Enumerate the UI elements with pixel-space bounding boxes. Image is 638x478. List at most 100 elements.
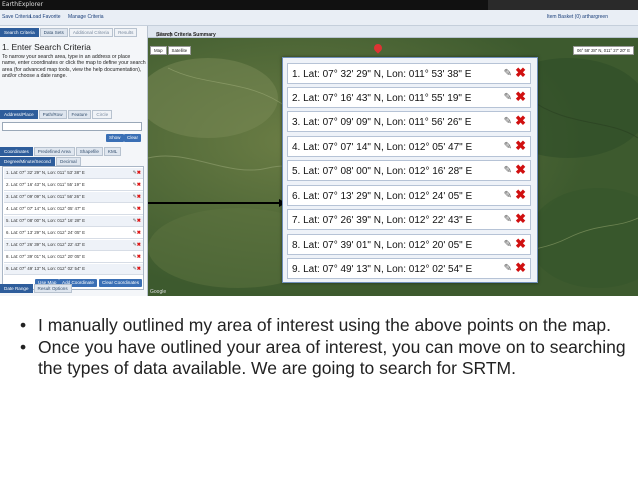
bullet-dot: • (20, 336, 27, 357)
coordinate-row: 6. Lat: 07° 13' 29" N, Lon: 012° 24' 05"… (4, 228, 143, 239)
map-button[interactable]: Map (150, 46, 167, 55)
bullet-text: Once you have outlined your area of inte… (38, 336, 626, 379)
panel-title: 1. Enter Search Criteria (2, 42, 91, 52)
coordinate-row: 3. Lat: 07° 09' 09" N, Lon: 011° 56' 26"… (4, 192, 143, 203)
tab-degree-minute-second[interactable]: Degree/Minute/Second (0, 157, 55, 166)
address-tabs: Address/Place Path/Row Feature Circle (0, 110, 113, 119)
delete-icon[interactable]: ✖ (137, 242, 141, 248)
tab-data-sets[interactable]: Data Sets (39, 28, 68, 37)
tab-predefined-area[interactable]: Predefined Area (33, 147, 75, 156)
delete-icon[interactable]: ✖ (137, 206, 141, 212)
delete-icon[interactable]: ✖ (515, 90, 526, 104)
delete-icon[interactable]: ✖ (515, 139, 526, 153)
coordinate-text: 9. Lat: 07° 49' 13" N, Lon: 012° 02' 54"… (292, 264, 473, 275)
coordinate-row: 2. Lat: 07° 16' 43" N, Lon: 011° 55' 19"… (4, 180, 143, 191)
delete-icon[interactable]: ✖ (137, 194, 141, 200)
edit-icon[interactable]: ✎ (504, 141, 512, 152)
coordinate-row: 2. Lat: 07° 16' 43" N, Lon: 011° 55' 19"… (287, 87, 531, 108)
coordinate-row: 9. Lat: 07° 49' 13" N, Lon: 012° 02' 54"… (287, 258, 531, 279)
clear-button[interactable]: Clear (124, 134, 141, 142)
delete-icon[interactable]: ✖ (515, 114, 526, 128)
search-criteria-panel: Search Criteria Data Sets Additional Cri… (0, 26, 148, 296)
delete-icon[interactable]: ✖ (137, 254, 141, 260)
coordinate-text: 5. Lat: 07° 08' 00" N, Lon: 012° 16' 28"… (292, 166, 473, 177)
coordinate-text: 6. Lat: 07° 13' 29" N, Lon: 012° 24' 05"… (6, 230, 86, 235)
edit-icon[interactable]: ✎ (504, 165, 512, 176)
tab-search-criteria[interactable]: Search Criteria (0, 28, 39, 37)
delete-icon[interactable]: ✖ (137, 170, 141, 176)
coordinate-text: 8. Lat: 07° 39' 01" N, Lon: 012° 20' 05"… (292, 240, 473, 251)
main-tabs: Search Criteria Data Sets Additional Cri… (0, 28, 138, 37)
bullet-item: • I manually outlined my area of interest… (18, 315, 628, 337)
tab-date-range[interactable]: Date Range (0, 284, 33, 293)
coordinate-row: 4. Lat: 07° 07' 14" N, Lon: 012° 05' 47"… (4, 204, 143, 215)
delete-icon[interactable]: ✖ (515, 261, 526, 275)
coordinate-text: 9. Lat: 07° 49' 13" N, Lon: 012° 02' 54"… (6, 266, 86, 271)
edit-icon[interactable]: ✎ (504, 92, 512, 103)
coordinate-text: 7. Lat: 07° 26' 39" N, Lon: 012° 22' 43"… (292, 215, 473, 226)
bottom-tabs: Date Range Result Options (0, 284, 72, 293)
tab-additional-criteria[interactable]: Additional Criteria (68, 28, 114, 37)
menu-bar: Save Criteria Load Favorite Manage Crite… (0, 10, 638, 26)
tab-decimal[interactable]: Decimal (56, 157, 81, 166)
coordinate-row: 6. Lat: 07° 13' 29" N, Lon: 012° 24' 05"… (287, 185, 531, 206)
tab-results[interactable]: Results (114, 28, 138, 37)
coordinate-text: 4. Lat: 07° 07' 14" N, Lon: 012° 05' 47"… (292, 142, 473, 153)
map-credit: Google (150, 289, 167, 295)
delete-icon[interactable]: ✖ (137, 182, 141, 188)
edit-icon[interactable]: ✎ (504, 68, 512, 79)
delete-icon[interactable]: ✖ (515, 237, 526, 251)
app-title-bar: EarthExplorer (0, 0, 638, 10)
delete-icon[interactable]: ✖ (137, 230, 141, 236)
delete-icon[interactable]: ✖ (137, 218, 141, 224)
coordinate-text: 8. Lat: 07° 39' 01" N, Lon: 012° 20' 05"… (6, 254, 86, 259)
delete-icon[interactable]: ✖ (515, 212, 526, 226)
coordinate-row: 9. Lat: 07° 49' 13" N, Lon: 012° 02' 54"… (4, 264, 143, 275)
edit-icon[interactable]: ✎ (504, 263, 512, 274)
coordinate-text: 3. Lat: 07° 09' 09" N, Lon: 011° 56' 26"… (292, 117, 472, 128)
coordinate-text: 1. Lat: 07° 32' 29" N, Lon: 011° 53' 38"… (292, 69, 472, 80)
format-tabs: Degree/Minute/Second Decimal (0, 157, 81, 166)
coordinate-text: 6. Lat: 07° 13' 29" N, Lon: 012° 24' 05"… (292, 191, 473, 202)
tab-kml[interactable]: KML (103, 147, 122, 156)
delete-icon[interactable]: ✖ (515, 163, 526, 177)
edit-icon[interactable]: ✎ (504, 239, 512, 250)
title-bar-strip (488, 0, 638, 10)
panel-instructions: To narrow your search area, type in an a… (2, 54, 146, 80)
satellite-button[interactable]: Satellite (167, 46, 192, 55)
coordinate-row: 8. Lat: 07° 39' 01" N, Lon: 012° 20' 05"… (287, 234, 531, 255)
menu-save-criteria[interactable]: Save Criteria (2, 14, 31, 20)
menu-manage-criteria[interactable]: Manage Criteria (68, 14, 104, 20)
address-input[interactable] (2, 122, 142, 131)
delete-icon[interactable]: ✖ (515, 188, 526, 202)
show-button[interactable]: Show (106, 134, 124, 142)
delete-icon[interactable]: ✖ (515, 66, 526, 80)
delete-icon[interactable]: ✖ (137, 266, 141, 272)
coordinate-list: 1. Lat: 07° 32' 29" N, Lon: 011° 53' 38"… (2, 166, 144, 290)
edit-icon[interactable]: ✎ (504, 190, 512, 201)
coordinate-row: 5. Lat: 07° 08' 00" N, Lon: 012° 16' 28"… (4, 216, 143, 227)
menu-load-favorite[interactable]: Load Favorite (30, 14, 61, 20)
tab-address-place[interactable]: Address/Place (0, 110, 38, 119)
tab-path-row[interactable]: Path/Row (38, 110, 67, 119)
tab-circle[interactable]: Circle (92, 110, 113, 119)
item-basket-link[interactable]: Item Basket (0) arthargreen (547, 14, 608, 20)
coordinate-row: 1. Lat: 07° 32' 29" N, Lon: 011° 53' 38"… (4, 168, 143, 179)
app-logo: EarthExplorer (2, 1, 44, 8)
tab-shapefile[interactable]: Shapefile (75, 147, 103, 156)
tab-feature[interactable]: Feature (67, 110, 92, 119)
coordinate-row: 7. Lat: 07° 26' 39" N, Lon: 012° 22' 43"… (287, 209, 531, 230)
tab-result-options[interactable]: Result Options (33, 284, 72, 293)
coordinate-text: 2. Lat: 07° 16' 43" N, Lon: 011° 55' 19"… (292, 93, 472, 104)
coordinate-text: 5. Lat: 07° 08' 00" N, Lon: 012° 16' 28"… (6, 218, 86, 223)
clear-coordinates-button[interactable]: Clear Coordinates (99, 279, 143, 287)
coordinate-row: 5. Lat: 07° 08' 00" N, Lon: 012° 16' 28"… (287, 160, 531, 181)
bullet-text: I manually outlined my area of interest … (38, 315, 611, 335)
tab-coordinates[interactable]: Coordinates (0, 147, 33, 156)
coordinate-text: 3. Lat: 07° 09' 09" N, Lon: 011° 56' 26"… (6, 194, 85, 199)
coordinate-row: 8. Lat: 07° 39' 01" N, Lon: 012° 20' 05"… (4, 252, 143, 263)
edit-icon[interactable]: ✎ (504, 214, 512, 225)
coordinate-row: 4. Lat: 07° 07' 14" N, Lon: 012° 05' 47"… (287, 136, 531, 157)
coordinate-tabs: Coordinates Predefined Area Shapefile KM… (0, 147, 122, 156)
edit-icon[interactable]: ✎ (504, 116, 512, 127)
